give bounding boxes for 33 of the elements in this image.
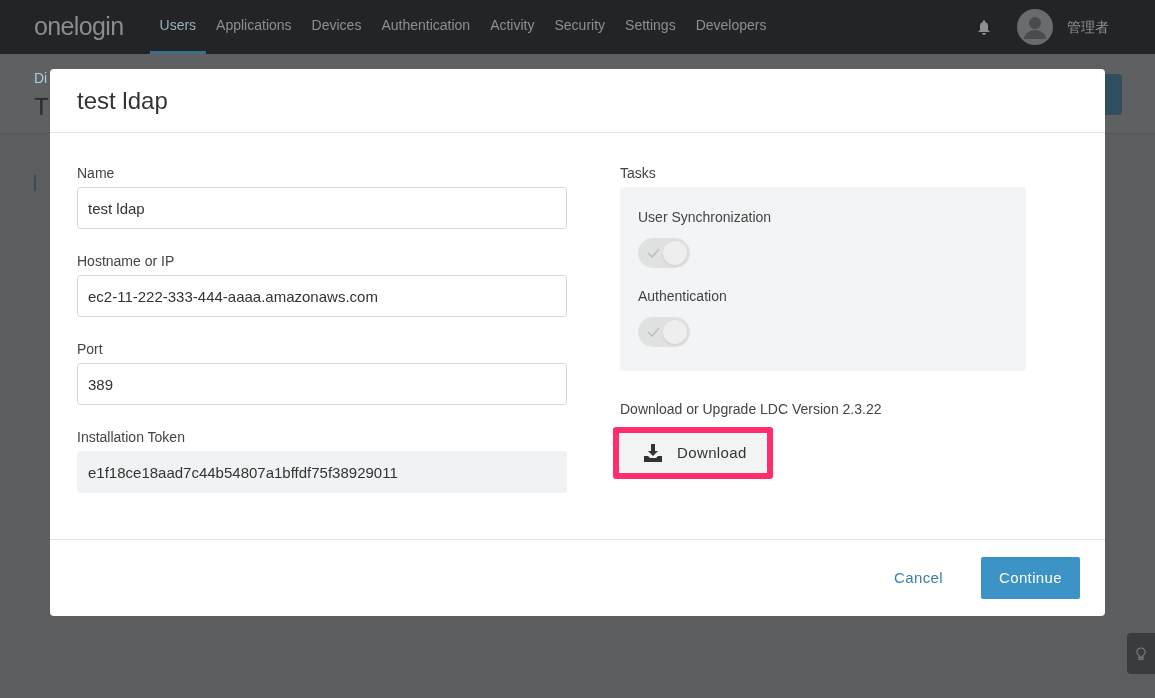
- lightbulb-icon: [1136, 646, 1146, 661]
- task-label: User Synchronization: [638, 208, 773, 227]
- nav-tab[interactable]: Security: [544, 0, 616, 54]
- breadcrumb[interactable]: Di: [34, 68, 48, 89]
- field-label: Name: [77, 165, 116, 181]
- task-label: Authentication: [638, 287, 728, 306]
- input-field[interactable]: test ldap: [77, 187, 567, 229]
- user-name[interactable]: 管理者: [1067, 16, 1109, 38]
- download-button[interactable]: Download: [613, 427, 773, 479]
- input-field[interactable]: 389: [77, 363, 567, 405]
- download-icon: [643, 444, 663, 462]
- input-field[interactable]: ec2-11-222-333-444-aaaa.amazonaws.com: [77, 275, 567, 317]
- tab-marker: [34, 175, 36, 191]
- nav-tab[interactable]: Settings: [615, 0, 686, 54]
- field-label: Installation Token: [77, 429, 186, 445]
- dialog-title: test ldap: [77, 85, 168, 116]
- nav-tab[interactable]: Activity: [480, 0, 545, 54]
- check-icon: [647, 247, 660, 259]
- check-icon: [647, 326, 660, 338]
- hint-button[interactable]: [1127, 633, 1155, 674]
- nav-tab[interactable]: Devices: [301, 0, 372, 54]
- avatar-icon[interactable]: [1017, 9, 1053, 45]
- cancel-button[interactable]: Cancel: [886, 566, 951, 590]
- field-label: Port: [77, 341, 104, 357]
- bell-icon[interactable]: [977, 19, 991, 35]
- tasks-label: Tasks: [620, 165, 657, 181]
- nav-tab[interactable]: Applications: [206, 0, 302, 54]
- download-label: Download or Upgrade LDC Version 2.3.22: [620, 401, 883, 417]
- continue-button[interactable]: Continue: [980, 557, 1080, 599]
- nav-tab[interactable]: Developers: [685, 0, 777, 54]
- logo[interactable]: onelogin: [34, 8, 124, 46]
- field-label: Hostname or IP: [77, 253, 176, 269]
- nav-tab[interactable]: Authentication: [371, 0, 481, 54]
